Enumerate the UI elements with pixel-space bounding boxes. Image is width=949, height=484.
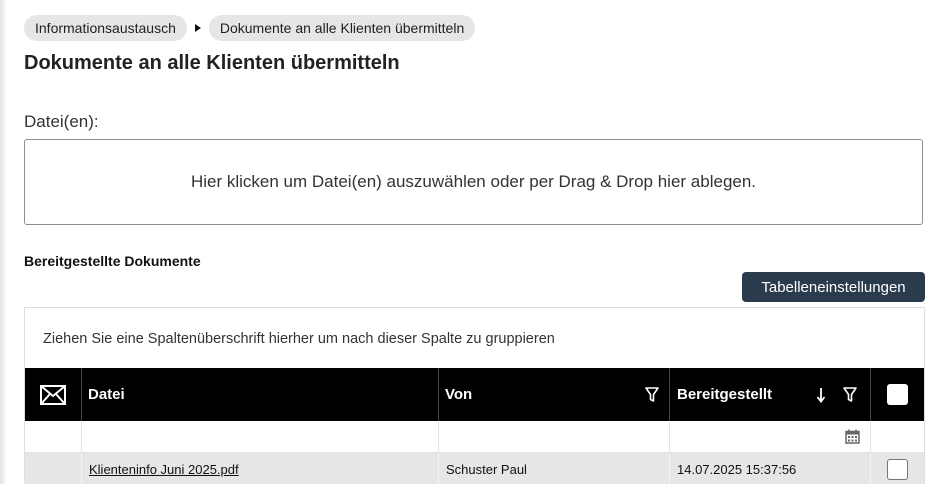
file-link[interactable]: Klienteninfo Juni 2025.pdf xyxy=(89,462,239,477)
breadcrumb: Informationsaustausch Dokumente an alle … xyxy=(24,15,476,41)
breadcrumb-item-informationsaustausch[interactable]: Informationsaustausch xyxy=(24,15,187,41)
cell-bereitgestellt: 14.07.2025 15:37:56 xyxy=(677,461,797,477)
page-title: Dokumente an alle Klienten übermitteln xyxy=(24,52,400,74)
column-separator xyxy=(438,421,439,453)
column-header-von[interactable]: Von xyxy=(445,368,669,421)
column-header-mail[interactable] xyxy=(25,368,81,421)
column-header-von-label: Von xyxy=(445,386,473,403)
column-header-bereitgestellt-label: Bereitgestellt xyxy=(677,386,773,403)
column-separator xyxy=(81,421,82,453)
documents-grid: Ziehen Sie eine Spaltenüberschrift hierh… xyxy=(24,307,925,484)
group-panel[interactable]: Ziehen Sie eine Spaltenüberschrift hierh… xyxy=(43,331,555,347)
column-header-select xyxy=(870,368,924,421)
dropzone-text: Hier klicken um Datei(en) auszuwählen od… xyxy=(190,172,757,191)
grid-filter-row xyxy=(25,421,924,453)
column-separator xyxy=(669,453,670,484)
column-separator xyxy=(438,453,439,484)
file-dropzone[interactable]: Hier klicken um Datei(en) auszuwählen od… xyxy=(24,139,923,225)
row-checkbox[interactable] xyxy=(887,458,908,480)
column-separator xyxy=(81,453,82,484)
table-settings-button[interactable]: Tabelleneinstellungen xyxy=(742,272,925,302)
column-header-datei-label: Datei xyxy=(88,386,125,403)
sort-descending-icon[interactable] xyxy=(816,387,826,403)
cell-von: Schuster Paul xyxy=(446,461,527,477)
column-separator xyxy=(870,453,871,484)
cell-datei: Klienteninfo Juni 2025.pdf xyxy=(89,453,239,484)
column-separator xyxy=(81,368,82,421)
column-separator xyxy=(669,421,670,453)
column-separator xyxy=(438,368,439,421)
select-all-checkbox[interactable] xyxy=(886,384,908,405)
grid-header-row: Datei Von Bereitgestellt xyxy=(25,368,924,421)
column-header-datei[interactable]: Datei xyxy=(88,368,438,421)
breadcrumb-separator-icon xyxy=(194,24,201,32)
envelope-icon xyxy=(40,384,66,405)
filter-icon[interactable] xyxy=(843,386,857,403)
column-separator xyxy=(669,368,670,421)
table-row[interactable]: Klienteninfo Juni 2025.pdf Schuster Paul… xyxy=(25,453,924,484)
left-edge-shadow xyxy=(0,0,7,484)
breadcrumb-item-current[interactable]: Dokumente an alle Klienten übermitteln xyxy=(208,15,476,41)
cell-select xyxy=(887,453,908,484)
column-header-bereitgestellt[interactable]: Bereitgestellt xyxy=(677,368,870,421)
calendar-icon[interactable] xyxy=(845,429,860,444)
documents-section-title: Bereitgestellte Dokumente xyxy=(24,253,201,269)
column-separator xyxy=(870,421,871,453)
file-upload-label: Datei(en): xyxy=(24,112,99,131)
filter-icon[interactable] xyxy=(645,386,659,403)
